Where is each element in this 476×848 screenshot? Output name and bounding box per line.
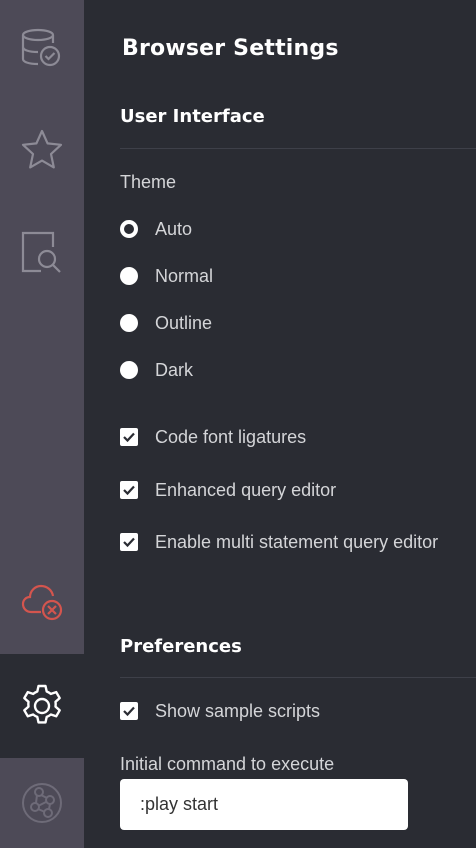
sidebar	[0, 0, 84, 848]
show-sample-scripts-toggle[interactable]: Show sample scripts	[120, 697, 320, 725]
code-font-ligatures-toggle[interactable]: Code font ligatures	[120, 423, 306, 451]
theme-option-label: Outline	[155, 312, 213, 333]
neo4j-logo-icon	[22, 783, 62, 823]
preferences-heading: Preferences	[120, 636, 242, 657]
checkbox-label: Enable multi statement query editor	[155, 531, 439, 552]
checkbox-label: Enhanced query editor	[155, 479, 337, 500]
radio-outline[interactable]	[120, 314, 138, 332]
guides-button[interactable]	[0, 204, 84, 300]
checkbox-label: Code font ligatures	[155, 426, 307, 447]
theme-label: Theme	[120, 172, 177, 192]
database-button[interactable]	[0, 0, 84, 96]
theme-option-dark[interactable]: Dark	[120, 356, 193, 384]
checkmark-icon	[123, 706, 135, 717]
checkmark-icon	[123, 432, 135, 443]
radio-auto[interactable]	[120, 220, 138, 238]
checkbox-label: Show sample scripts	[155, 700, 321, 721]
favorites-button[interactable]	[0, 102, 84, 198]
checkbox-checked[interactable]	[120, 533, 138, 551]
theme-option-label: Normal	[155, 265, 214, 286]
settings-panel: Browser Settings User Interface Theme Au…	[84, 0, 476, 848]
database-check-icon	[21, 28, 61, 67]
radio-dark[interactable]	[120, 361, 138, 379]
user-interface-heading: User Interface	[120, 106, 265, 127]
checkbox-checked[interactable]	[120, 428, 138, 446]
theme-option-auto[interactable]: Auto	[120, 215, 192, 243]
multi-statement-editor-toggle[interactable]: Enable multi statement query editor	[120, 528, 438, 556]
document-search-icon	[21, 231, 61, 273]
about-button[interactable]	[0, 758, 84, 848]
theme-option-label: Dark	[155, 359, 194, 380]
checkmark-icon	[123, 537, 135, 548]
radio-normal[interactable]	[120, 267, 138, 285]
connection-status-button[interactable]	[0, 552, 84, 648]
cloud-disconnected-icon	[21, 584, 63, 621]
section-divider	[120, 148, 476, 149]
enhanced-query-editor-toggle[interactable]: Enhanced query editor	[120, 476, 336, 504]
initial-command-input[interactable]	[120, 779, 408, 830]
settings-button[interactable]	[0, 654, 84, 758]
initial-command-label: Initial command to execute	[120, 754, 335, 774]
star-icon	[21, 129, 63, 169]
page-title: Browser Settings	[122, 36, 339, 61]
theme-option-label: Auto	[155, 218, 193, 239]
checkbox-checked[interactable]	[120, 481, 138, 499]
theme-option-normal[interactable]: Normal	[120, 262, 213, 290]
checkmark-icon	[123, 485, 135, 496]
gear-icon	[23, 684, 61, 724]
checkbox-checked[interactable]	[120, 702, 138, 720]
section-divider	[120, 677, 476, 678]
theme-option-outline[interactable]: Outline	[120, 309, 212, 337]
